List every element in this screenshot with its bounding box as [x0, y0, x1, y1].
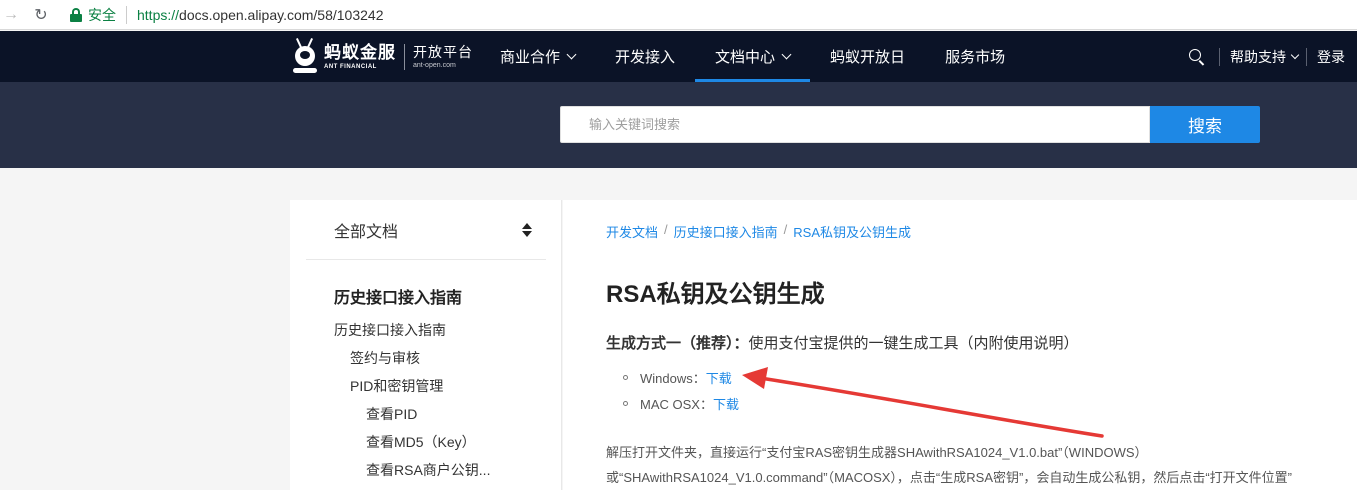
logo-title: 蚂蚁金服 [324, 42, 396, 62]
breadcrumb-item[interactable]: RSA私钥及公钥生成 [793, 222, 911, 241]
top-navigation: 蚂蚁金服 ANT FINANCIAL 开放平台 ant-open.com 商业合… [0, 31, 1357, 82]
windows-download-link[interactable]: 下载 [706, 368, 732, 387]
help-support-dropdown[interactable]: 帮助支持 [1220, 47, 1306, 67]
menu-item-open-day[interactable]: 蚂蚁开放日 [810, 31, 925, 82]
main-menu: 商业合作 开发接入 文档中心 蚂蚁开放日 服务市场 [480, 31, 1025, 82]
method-one-line: 生成方式一（推荐）：使用支付宝提供的一键生成工具（内附使用说明） [606, 332, 1079, 353]
sidebar-item-view-rsa[interactable]: 查看RSA商户公钥... [366, 460, 490, 480]
instruction-line-1: 解压打开文件夹，直接运行“支付宝RAS密钥生成器SHAwithRSA1024_V… [606, 445, 1148, 460]
platform-name: 开放平台 [413, 44, 473, 60]
mac-download-link[interactable]: 下载 [713, 394, 739, 413]
bullet-icon [623, 375, 628, 380]
instruction-line-2: 或“SHAwithRSA1024_V1.0.command”（MACOSX），点… [606, 470, 1292, 485]
doc-content: 开发文档 / 历史接口接入指南 / RSA私钥及公钥生成 RSA私钥及公钥生成 … [563, 200, 1357, 490]
doc-sidebar: 全部文档 历史接口接入指南 历史接口接入指南 签约与审核 PID和密钥管理 查看… [290, 200, 562, 490]
menu-item-market[interactable]: 服务市场 [925, 31, 1025, 82]
download-item-windows: Windows： 下载 [623, 368, 732, 387]
method-heading: 生成方式一（推荐）： [606, 335, 749, 352]
breadcrumb-separator: / [783, 222, 788, 237]
menu-item-business[interactable]: 商业合作 [480, 31, 595, 82]
menu-item-label: 文档中心 [715, 49, 776, 66]
ant-logo-icon [290, 37, 320, 77]
lock-icon [70, 7, 82, 22]
chevron-down-icon [1290, 50, 1300, 59]
breadcrumb: 开发文档 / 历史接口接入指南 / RSA私钥及公钥生成 [606, 222, 911, 241]
help-support-label: 帮助支持 [1230, 48, 1286, 65]
menu-item-label: 开发接入 [615, 49, 676, 66]
menu-item-label: 蚂蚁开放日 [830, 49, 906, 66]
sidebar-item-view-pid[interactable]: 查看PID [366, 404, 417, 424]
platform-label: MAC OSX： [640, 397, 713, 412]
download-item-mac: MAC OSX： 下载 [623, 394, 739, 413]
url-text: docs.open.alipay.com/58/103242 [179, 6, 384, 23]
chevron-down-icon [566, 49, 577, 60]
reload-icon[interactable]: ↻ [30, 4, 52, 26]
secure-label: 安全 [88, 6, 116, 23]
omnibox[interactable]: 安全 https:// docs.open.alipay.com/58/1032… [70, 3, 383, 27]
back-arrow-icon[interactable]: → [0, 4, 22, 26]
doc-search-input[interactable] [560, 106, 1150, 143]
menu-item-docs[interactable]: 文档中心 [695, 31, 811, 82]
nav-right-tools: 帮助支持 登录 [1189, 31, 1357, 82]
all-docs-selector[interactable]: 全部文档 [306, 200, 546, 260]
breadcrumb-item[interactable]: 开发文档 [606, 222, 658, 241]
search-band: 搜索 [0, 82, 1357, 168]
sidebar-item-pid-keys[interactable]: PID和密钥管理 [350, 376, 443, 396]
menu-item-label: 商业合作 [500, 49, 561, 66]
browser-url-bar: → ↻ 安全 https:// docs.open.alipay.com/58/… [0, 0, 1357, 30]
page-title: RSA私钥及公钥生成 [606, 281, 825, 308]
search-icon[interactable] [1189, 48, 1205, 65]
login-link[interactable]: 登录 [1307, 47, 1357, 67]
menu-item-develop[interactable]: 开发接入 [595, 31, 695, 82]
all-docs-label: 全部文档 [334, 223, 399, 241]
breadcrumb-separator: / [664, 222, 668, 237]
logo-subtitle: ANT FINANCIAL [324, 63, 377, 70]
ant-financial-logo[interactable]: 蚂蚁金服 ANT FINANCIAL 开放平台 ant-open.com [290, 35, 473, 79]
sidebar-item-history-guide[interactable]: 历史接口接入指南 [334, 320, 446, 340]
bullet-icon [623, 401, 628, 406]
sidebar-item-sign-review[interactable]: 签约与审核 [350, 348, 420, 368]
method-description: 使用支付宝提供的一键生成工具（内附使用说明） [748, 335, 1079, 352]
sort-toggle-icon [522, 222, 532, 238]
breadcrumb-item[interactable]: 历史接口接入指南 [674, 222, 778, 241]
sidebar-item-view-md5[interactable]: 查看MD5（Key） [366, 432, 476, 452]
platform-domain: ant-open.com [413, 62, 456, 69]
url-scheme: https:// [137, 6, 180, 23]
menu-item-label: 服务市场 [945, 49, 1006, 66]
platform-label: Windows： [640, 371, 706, 386]
search-button[interactable]: 搜索 [1150, 106, 1260, 143]
omnibox-divider [126, 5, 127, 24]
logo-divider [404, 44, 405, 70]
chevron-down-icon [781, 49, 792, 60]
sidebar-section-title: 历史接口接入指南 [334, 290, 463, 307]
